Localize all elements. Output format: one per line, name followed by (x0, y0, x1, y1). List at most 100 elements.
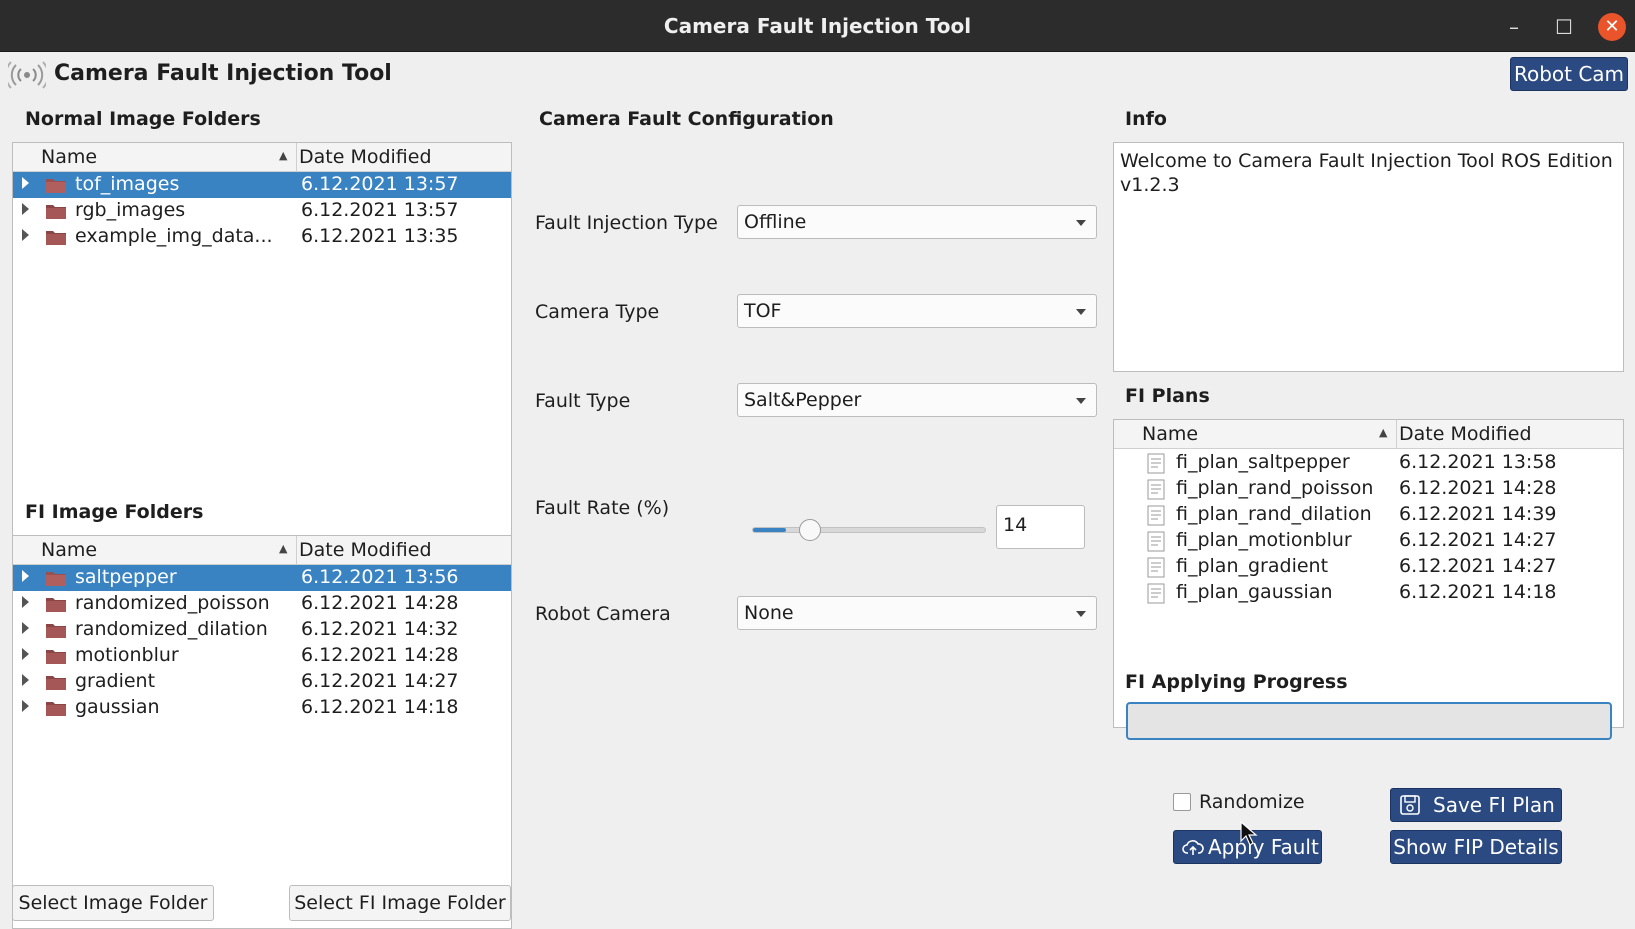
tree-header: Name ▲ Date Modified (13, 143, 511, 172)
mouse-cursor-icon (1240, 821, 1258, 846)
camera-type-label: Camera Type (535, 301, 660, 323)
fi-plan-row[interactable]: fi_plan_gaussian 6.12.2021 14:18 (1114, 580, 1623, 606)
fi-plan-row[interactable]: fi_plan_rand_poisson 6.12.2021 14:28 (1114, 476, 1623, 502)
robot-camera-label: Robot Camera (535, 603, 671, 625)
fi-plan-row[interactable]: fi_plan_motionblur 6.12.2021 14:27 (1114, 528, 1623, 554)
normal-folders-tree[interactable]: Name ▲ Date Modified tof_images 6.12.202… (12, 142, 512, 539)
expand-arrow-icon[interactable] (22, 203, 29, 215)
row-name: randomized_dilation (75, 618, 268, 640)
tree-row-example-img-data[interactable]: example_img_data... 6.12.2021 13:35 (13, 224, 511, 250)
tree-row-tof-images[interactable]: tof_images 6.12.2021 13:57 (13, 172, 511, 198)
tree-row-saltpepper[interactable]: saltpepper 6.12.2021 13:56 (13, 565, 511, 591)
row-name: example_img_data... (75, 225, 273, 247)
fault-rate-slider-track[interactable] (752, 527, 986, 533)
sort-ascending-icon: ▲ (279, 542, 288, 555)
randomize-label[interactable]: Randomize (1199, 791, 1305, 813)
selected-value: Salt&Pepper (744, 389, 862, 411)
row-name: rgb_images (75, 199, 186, 221)
folder-icon (46, 205, 66, 219)
column-date-modified[interactable]: Date Modified (299, 539, 432, 561)
fi-folders-title: FI Image Folders (25, 501, 204, 523)
column-name[interactable]: Name (41, 539, 97, 561)
fault-type-select[interactable]: Salt&Pepper (737, 383, 1097, 417)
tree-row-randomized-dilation[interactable]: randomized_dilation 6.12.2021 14:32 (13, 617, 511, 643)
folder-icon (46, 676, 66, 690)
row-date: 6.12.2021 14:18 (301, 696, 459, 718)
maximize-icon[interactable]: ☐ (1550, 13, 1578, 41)
selected-value: None (744, 602, 794, 624)
fi-folders-tree[interactable]: Name ▲ Date Modified saltpepper 6.12.202… (12, 535, 512, 929)
window-title: Camera Fault Injection Tool (663, 14, 972, 38)
row-name: fi_plan_saltpepper (1176, 451, 1350, 473)
expand-arrow-icon[interactable] (22, 648, 29, 660)
document-icon (1147, 453, 1165, 474)
show-fip-details-button[interactable]: Show FIP Details (1390, 830, 1562, 864)
camera-type-select[interactable]: TOF (737, 294, 1097, 328)
chevron-down-icon (1076, 309, 1086, 315)
cloud-upload-icon (1182, 840, 1204, 855)
fi-plan-row[interactable]: fi_plan_rand_dilation 6.12.2021 14:39 (1114, 502, 1623, 528)
fault-rate-spinbox[interactable]: 14 (996, 505, 1085, 549)
row-name: gradient (75, 670, 156, 692)
main-window: Camera Fault Injection Tool Robot Cam No… (0, 52, 1635, 929)
tree-row-randomized-poisson[interactable]: randomized_poisson 6.12.2021 14:28 (13, 591, 511, 617)
fi-plan-row[interactable]: fi_plan_saltpepper 6.12.2021 13:58 (1114, 450, 1623, 476)
expand-arrow-icon[interactable] (22, 570, 29, 582)
document-icon (1147, 505, 1165, 526)
fi-plan-row[interactable]: fi_plan_gradient 6.12.2021 14:27 (1114, 554, 1623, 580)
folder-icon (46, 231, 66, 245)
progress-title: FI Applying Progress (1125, 671, 1348, 693)
row-name: fi_plan_rand_poisson (1176, 477, 1374, 499)
apply-fault-label: Apply Fault (1208, 835, 1319, 859)
fault-rate-label: Fault Rate (%) (535, 497, 670, 519)
info-title: Info (1125, 108, 1167, 130)
select-image-folder-button[interactable]: Select Image Folder (12, 885, 214, 921)
info-text: Welcome to Camera Fault Injection Tool R… (1120, 150, 1613, 196)
folder-icon (46, 179, 66, 193)
expand-arrow-icon[interactable] (22, 177, 29, 189)
row-name: randomized_poisson (75, 592, 270, 614)
randomize-checkbox[interactable] (1173, 793, 1191, 811)
tree-row-gradient[interactable]: gradient 6.12.2021 14:27 (13, 669, 511, 695)
close-icon[interactable]: ✕ (1598, 13, 1626, 41)
row-name: motionblur (75, 644, 179, 666)
expand-arrow-icon[interactable] (22, 700, 29, 712)
tree-row-motionblur[interactable]: motionblur 6.12.2021 14:28 (13, 643, 511, 669)
tree-row-gaussian[interactable]: gaussian 6.12.2021 14:18 (13, 695, 511, 721)
expand-arrow-icon[interactable] (22, 229, 29, 241)
robot-camera-select[interactable]: None (737, 596, 1097, 630)
row-date: 6.12.2021 13:57 (301, 199, 459, 221)
info-textbox[interactable]: Welcome to Camera Fault Injection Tool R… (1113, 142, 1624, 372)
row-name: fi_plan_motionblur (1176, 529, 1352, 551)
row-name: fi_plan_rand_dilation (1176, 503, 1372, 525)
row-date: 6.12.2021 14:39 (1399, 503, 1557, 525)
fault-rate-slider-handle[interactable] (798, 519, 821, 541)
document-icon (1147, 557, 1165, 578)
fi-plans-title: FI Plans (1125, 385, 1210, 407)
column-name[interactable]: Name (1142, 423, 1198, 445)
column-date-modified[interactable]: Date Modified (299, 146, 432, 168)
selected-value: Offline (744, 211, 807, 233)
row-name: fi_plan_gradient (1176, 555, 1329, 577)
save-fi-plan-button[interactable]: Save FI Plan (1390, 788, 1562, 822)
expand-arrow-icon[interactable] (22, 674, 29, 686)
tree-header: Name ▲ Date Modified (1114, 420, 1623, 449)
select-fi-image-folder-button[interactable]: Select FI Image Folder (289, 885, 511, 921)
row-name: tof_images (75, 173, 180, 195)
expand-arrow-icon[interactable] (22, 622, 29, 634)
column-name[interactable]: Name (41, 146, 97, 168)
row-date: 6.12.2021 14:28 (301, 592, 459, 614)
fault-injection-type-label: Fault Injection Type (535, 212, 718, 234)
chevron-down-icon (1076, 611, 1086, 617)
folder-icon (46, 598, 66, 612)
expand-arrow-icon[interactable] (22, 596, 29, 608)
fault-type-label: Fault Type (535, 390, 631, 412)
minimize-icon[interactable]: – (1500, 13, 1528, 41)
fault-injection-type-select[interactable]: Offline (737, 205, 1097, 239)
tree-row-rgb-images[interactable]: rgb_images 6.12.2021 13:57 (13, 198, 511, 224)
save-icon (1400, 795, 1420, 815)
document-icon (1147, 479, 1165, 500)
column-date-modified[interactable]: Date Modified (1399, 423, 1532, 445)
row-date: 6.12.2021 13:58 (1399, 451, 1557, 473)
robot-cam-button[interactable]: Robot Cam (1510, 57, 1628, 91)
